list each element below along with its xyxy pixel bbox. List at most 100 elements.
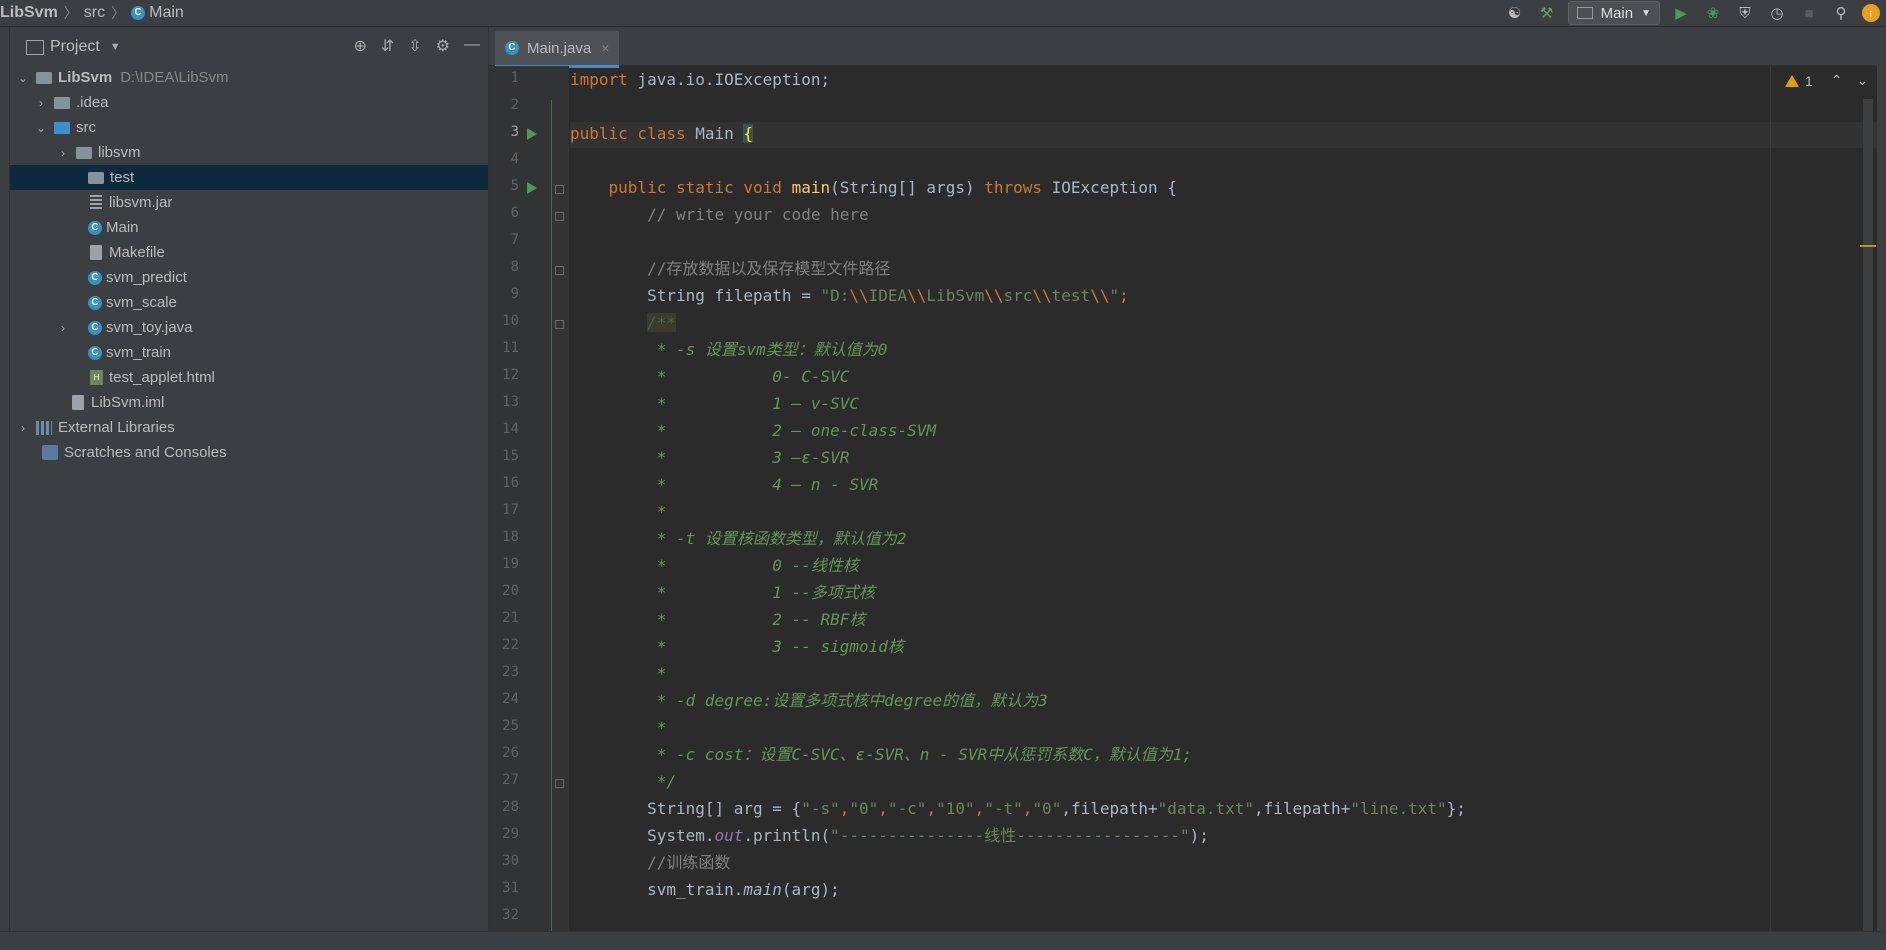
stop-icon[interactable]: ■ bbox=[1798, 2, 1820, 24]
tree-item-makefile[interactable]: Makefile bbox=[10, 240, 488, 265]
project-panel: Project ▼ ⊕ ⇵ ⇳ ⚙ — ⌄ LibSvm D:\IDEA\Lib… bbox=[10, 27, 489, 931]
code-line: //存放数据以及保存模型文件路径 bbox=[570, 259, 891, 278]
gear-icon[interactable]: ⚙ bbox=[436, 36, 450, 56]
tree-item-root[interactable]: ⌄ LibSvm D:\IDEA\LibSvm bbox=[10, 65, 488, 90]
tree-item-external-libraries[interactable]: › External Libraries bbox=[10, 415, 488, 440]
text-file-icon bbox=[90, 245, 102, 260]
build-hammer-icon[interactable]: ⚒ bbox=[1536, 2, 1558, 24]
code-line: import java.io.IOException; bbox=[570, 66, 830, 93]
fold-icon[interactable] bbox=[555, 212, 564, 221]
tree-item-scratches[interactable]: Scratches and Consoles bbox=[10, 440, 488, 465]
project-panel-title[interactable]: Project bbox=[50, 38, 100, 56]
token: IOException { bbox=[1042, 178, 1177, 197]
java-class-icon: C bbox=[505, 41, 519, 55]
token: \\ bbox=[984, 286, 1004, 305]
tree-item-label: libsvm bbox=[98, 144, 141, 161]
run-configuration-select[interactable]: Main ▼ bbox=[1567, 1, 1660, 25]
breadcrumb-file[interactable]: Main bbox=[149, 4, 184, 22]
fold-icon[interactable] bbox=[555, 185, 564, 194]
run-gutter-icon[interactable] bbox=[527, 128, 537, 140]
warning-stripe-marker[interactable] bbox=[1860, 245, 1876, 247]
chevron-down-icon[interactable]: ⌄ bbox=[16, 71, 30, 85]
tree-item-iml[interactable]: LibSvm.iml bbox=[10, 390, 488, 415]
expand-all-icon[interactable]: ⇵ bbox=[381, 36, 394, 56]
editor-scrollbar[interactable] bbox=[1863, 99, 1873, 931]
right-tool-window-strip[interactable] bbox=[1877, 27, 1886, 931]
search-icon[interactable]: ⚲ bbox=[1830, 2, 1852, 24]
breadcrumb-folder[interactable]: src bbox=[84, 4, 105, 22]
breadcrumb-project[interactable]: LibSvm bbox=[0, 4, 58, 22]
tree-item-libsvm[interactable]: › libsvm bbox=[10, 140, 488, 165]
line-number: 11 bbox=[502, 340, 519, 356]
close-icon[interactable]: × bbox=[601, 40, 609, 56]
debug-icon[interactable]: ❀ bbox=[1702, 2, 1724, 24]
token: main bbox=[791, 178, 831, 197]
breadcrumb-separator-icon: 〉 bbox=[63, 5, 78, 21]
fold-icon[interactable] bbox=[555, 779, 564, 788]
line-number: 22 bbox=[502, 637, 519, 653]
coverage-icon[interactable]: ⛨ bbox=[1734, 2, 1756, 24]
token: \\ bbox=[907, 286, 927, 305]
user-icon[interactable]: ☯ bbox=[1504, 2, 1526, 24]
hide-icon[interactable]: — bbox=[464, 36, 480, 56]
token: }; bbox=[1446, 799, 1466, 818]
scratches-icon bbox=[42, 445, 58, 460]
bottom-tool-window-bar bbox=[0, 931, 1886, 950]
run-icon[interactable]: ▶ bbox=[1670, 2, 1692, 24]
tree-item-svm-toy[interactable]: › C svm_toy.java bbox=[10, 315, 488, 340]
code-editor[interactable]: import java.io.IOException; public class… bbox=[570, 66, 1770, 931]
update-icon[interactable]: ↑ bbox=[1862, 4, 1880, 22]
token: "-t" bbox=[984, 799, 1023, 818]
token: public class bbox=[570, 124, 686, 143]
tree-item-svm-train[interactable]: C svm_train bbox=[10, 340, 488, 365]
package-icon bbox=[88, 171, 104, 184]
inspection-widget[interactable]: 1 ⌃ ⌄ bbox=[1785, 72, 1868, 89]
line-number: 28 bbox=[502, 799, 519, 815]
tree-item-src[interactable]: ⌄ src bbox=[10, 115, 488, 140]
line-number: 8 bbox=[510, 259, 519, 275]
line-number: 24 bbox=[502, 691, 519, 707]
tree-item-main[interactable]: C Main bbox=[10, 215, 488, 240]
line-number: 16 bbox=[502, 475, 519, 491]
tab-main-java[interactable]: C Main.java × bbox=[495, 31, 620, 68]
tree-item-libsvm-jar[interactable]: libsvm.jar bbox=[10, 190, 488, 215]
tree-item-svm-scale[interactable]: C svm_scale bbox=[10, 290, 488, 315]
chevron-down-icon: ▼ bbox=[1641, 7, 1651, 19]
chevron-down-icon[interactable]: ⌄ bbox=[1857, 72, 1869, 89]
tree-item-test[interactable]: test bbox=[10, 165, 488, 190]
tree-item-svm-predict[interactable]: C svm_predict bbox=[10, 265, 488, 290]
code-line: * 4 – n - SVR bbox=[570, 475, 879, 494]
token: \\ bbox=[1032, 286, 1052, 305]
chevron-right-icon[interactable]: › bbox=[56, 146, 70, 160]
editor-gutter: 1 2 3 4 5 6 7 8 9 10 11 12 13 14 15 16 1… bbox=[489, 66, 569, 935]
chevron-right-icon[interactable]: › bbox=[56, 321, 70, 335]
tree-item-label: svm_predict bbox=[106, 269, 187, 286]
collapse-all-icon[interactable]: ⇳ bbox=[408, 36, 421, 56]
fold-icon[interactable] bbox=[555, 320, 564, 329]
token: , bbox=[878, 799, 888, 818]
line-number: 20 bbox=[502, 583, 519, 599]
chevron-down-icon[interactable]: ⌄ bbox=[34, 121, 48, 135]
tree-item-label: LibSvm.iml bbox=[91, 394, 165, 411]
chevron-down-icon[interactable]: ▼ bbox=[110, 41, 121, 53]
chevron-right-icon[interactable]: › bbox=[16, 421, 30, 435]
locate-icon[interactable]: ⊕ bbox=[353, 36, 366, 56]
tree-item-idea[interactable]: › .idea bbox=[10, 90, 488, 115]
left-tool-window-strip[interactable] bbox=[0, 27, 10, 931]
project-view-icon bbox=[26, 40, 44, 55]
chevron-up-icon[interactable]: ⌃ bbox=[1831, 72, 1843, 89]
fold-icon[interactable] bbox=[555, 266, 564, 275]
chevron-right-icon[interactable]: › bbox=[34, 96, 48, 110]
token: import bbox=[570, 70, 628, 89]
code-line: * -d degree:设置多项式核中degree的值，默认为3 bbox=[570, 691, 1048, 710]
java-class-icon: C bbox=[88, 220, 102, 235]
token: System. bbox=[570, 826, 715, 845]
run-gutter-icon[interactable] bbox=[527, 182, 537, 194]
token: "data.txt" bbox=[1157, 799, 1254, 818]
tree-item-test-applet[interactable]: H test_applet.html bbox=[10, 365, 488, 390]
profile-icon[interactable]: ◷ bbox=[1766, 2, 1788, 24]
tree-item-label: test bbox=[110, 169, 135, 186]
line-number: 12 bbox=[502, 367, 519, 383]
tree-item-path: D:\IDEA\LibSvm bbox=[120, 69, 229, 86]
token: " bbox=[1109, 286, 1120, 305]
